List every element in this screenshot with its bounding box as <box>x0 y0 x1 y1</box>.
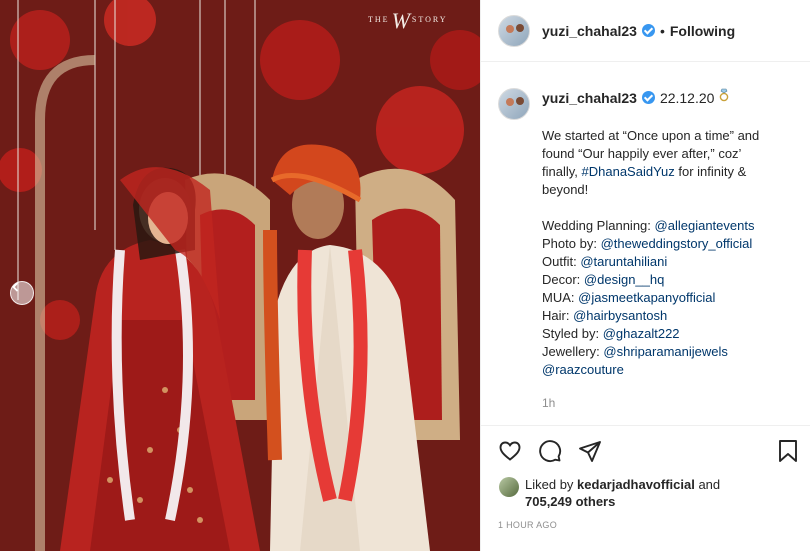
liker-username[interactable]: kedarjadhavofficial <box>577 477 695 492</box>
credit-line: Photo by: @theweddingstory_official <box>542 236 753 251</box>
mention-link[interactable]: @hairbysantosh <box>573 308 667 323</box>
like-button[interactable] <box>497 438 523 464</box>
credit-line: Jewellery: @shriparamanijewels <box>542 344 728 359</box>
mention-link[interactable]: @shriparamanijewels <box>603 344 727 359</box>
mention-link[interactable]: @allegiantevents <box>655 218 755 233</box>
share-button[interactable] <box>577 438 603 464</box>
liker-avatar[interactable] <box>499 477 519 497</box>
credit-line: @raazcouture <box>542 361 792 379</box>
credit-line: Hair: @hairbysantosh <box>542 308 668 323</box>
paper-plane-icon <box>579 441 601 462</box>
likes-summary: Liked by kedarjadhavofficial and 705,249… <box>481 476 810 510</box>
heart-icon <box>499 441 521 461</box>
action-bar <box>481 426 810 476</box>
caption-line: finally, #DhanaSaidYuz for infinity & <box>542 164 747 179</box>
credit-line: MUA: @jasmeetkapanyofficial <box>542 290 716 305</box>
caption-date: 22.12.20 <box>659 89 715 106</box>
mention-link[interactable]: @jasmeetkapanyofficial <box>578 290 715 305</box>
comment-icon <box>539 440 562 463</box>
caption-username[interactable]: yuzi_chahal23 <box>542 89 637 107</box>
caption-text: We started at “Once upon a time” and fou… <box>542 127 792 379</box>
caption-line: beyond! <box>542 182 589 197</box>
mention-link[interactable]: @ghazalt222 <box>603 326 680 341</box>
author-username[interactable]: yuzi_chahal23 <box>542 23 637 39</box>
credit-line: Outfit: @taruntahiliani <box>542 254 668 269</box>
header-separator: • <box>659 22 665 39</box>
photo-watermark: THEW STORY <box>368 8 448 33</box>
credit-line: Styled by: @ghazalt222 <box>542 326 680 341</box>
caption-author-avatar[interactable] <box>498 88 530 120</box>
mention-link[interactable]: @raazcouture <box>542 362 624 377</box>
likes-count[interactable]: 705,249 others <box>525 494 615 509</box>
following-button[interactable]: Following <box>670 23 735 39</box>
post-actions-area: Liked by kedarjadhavofficial and 705,249… <box>481 425 810 530</box>
bookmark-icon <box>779 440 797 462</box>
mention-link[interactable]: @theweddingstory_official <box>601 236 753 251</box>
caption-age[interactable]: 1h <box>542 396 794 410</box>
post-timestamp[interactable]: 1 HOUR AGO <box>481 520 810 530</box>
author-avatar[interactable] <box>498 14 530 47</box>
caption-line: We started at “Once upon a time” and <box>542 128 760 143</box>
hashtag-link[interactable]: #DhanaSaidYuz <box>582 164 675 179</box>
mention-link[interactable]: @design__hq <box>584 272 664 287</box>
post-photo[interactable]: THEW STORY <box>0 0 480 551</box>
mention-link[interactable]: @taruntahiliani <box>580 254 667 269</box>
credit-line: Decor: @design__hq <box>542 272 665 287</box>
post-details-panel: yuzi_chahal23 • Following yuzi_chahal23 … <box>480 0 810 551</box>
carousel-prev-button[interactable] <box>10 281 34 305</box>
save-button[interactable] <box>775 438 801 464</box>
comment-button[interactable] <box>537 438 563 464</box>
caption-line: found “Our happily ever after,” coz’ <box>542 146 742 161</box>
wedding-photo-illustration <box>0 0 480 551</box>
credit-line: Wedding Planning: @allegiantevents <box>542 218 755 233</box>
verified-badge-icon <box>641 24 655 37</box>
verified-badge-icon <box>641 91 655 104</box>
caption-block: yuzi_chahal23 22.12.20 We started at “On… <box>481 62 810 410</box>
ring-icon <box>719 88 729 107</box>
post-header: yuzi_chahal23 • Following <box>481 0 810 62</box>
